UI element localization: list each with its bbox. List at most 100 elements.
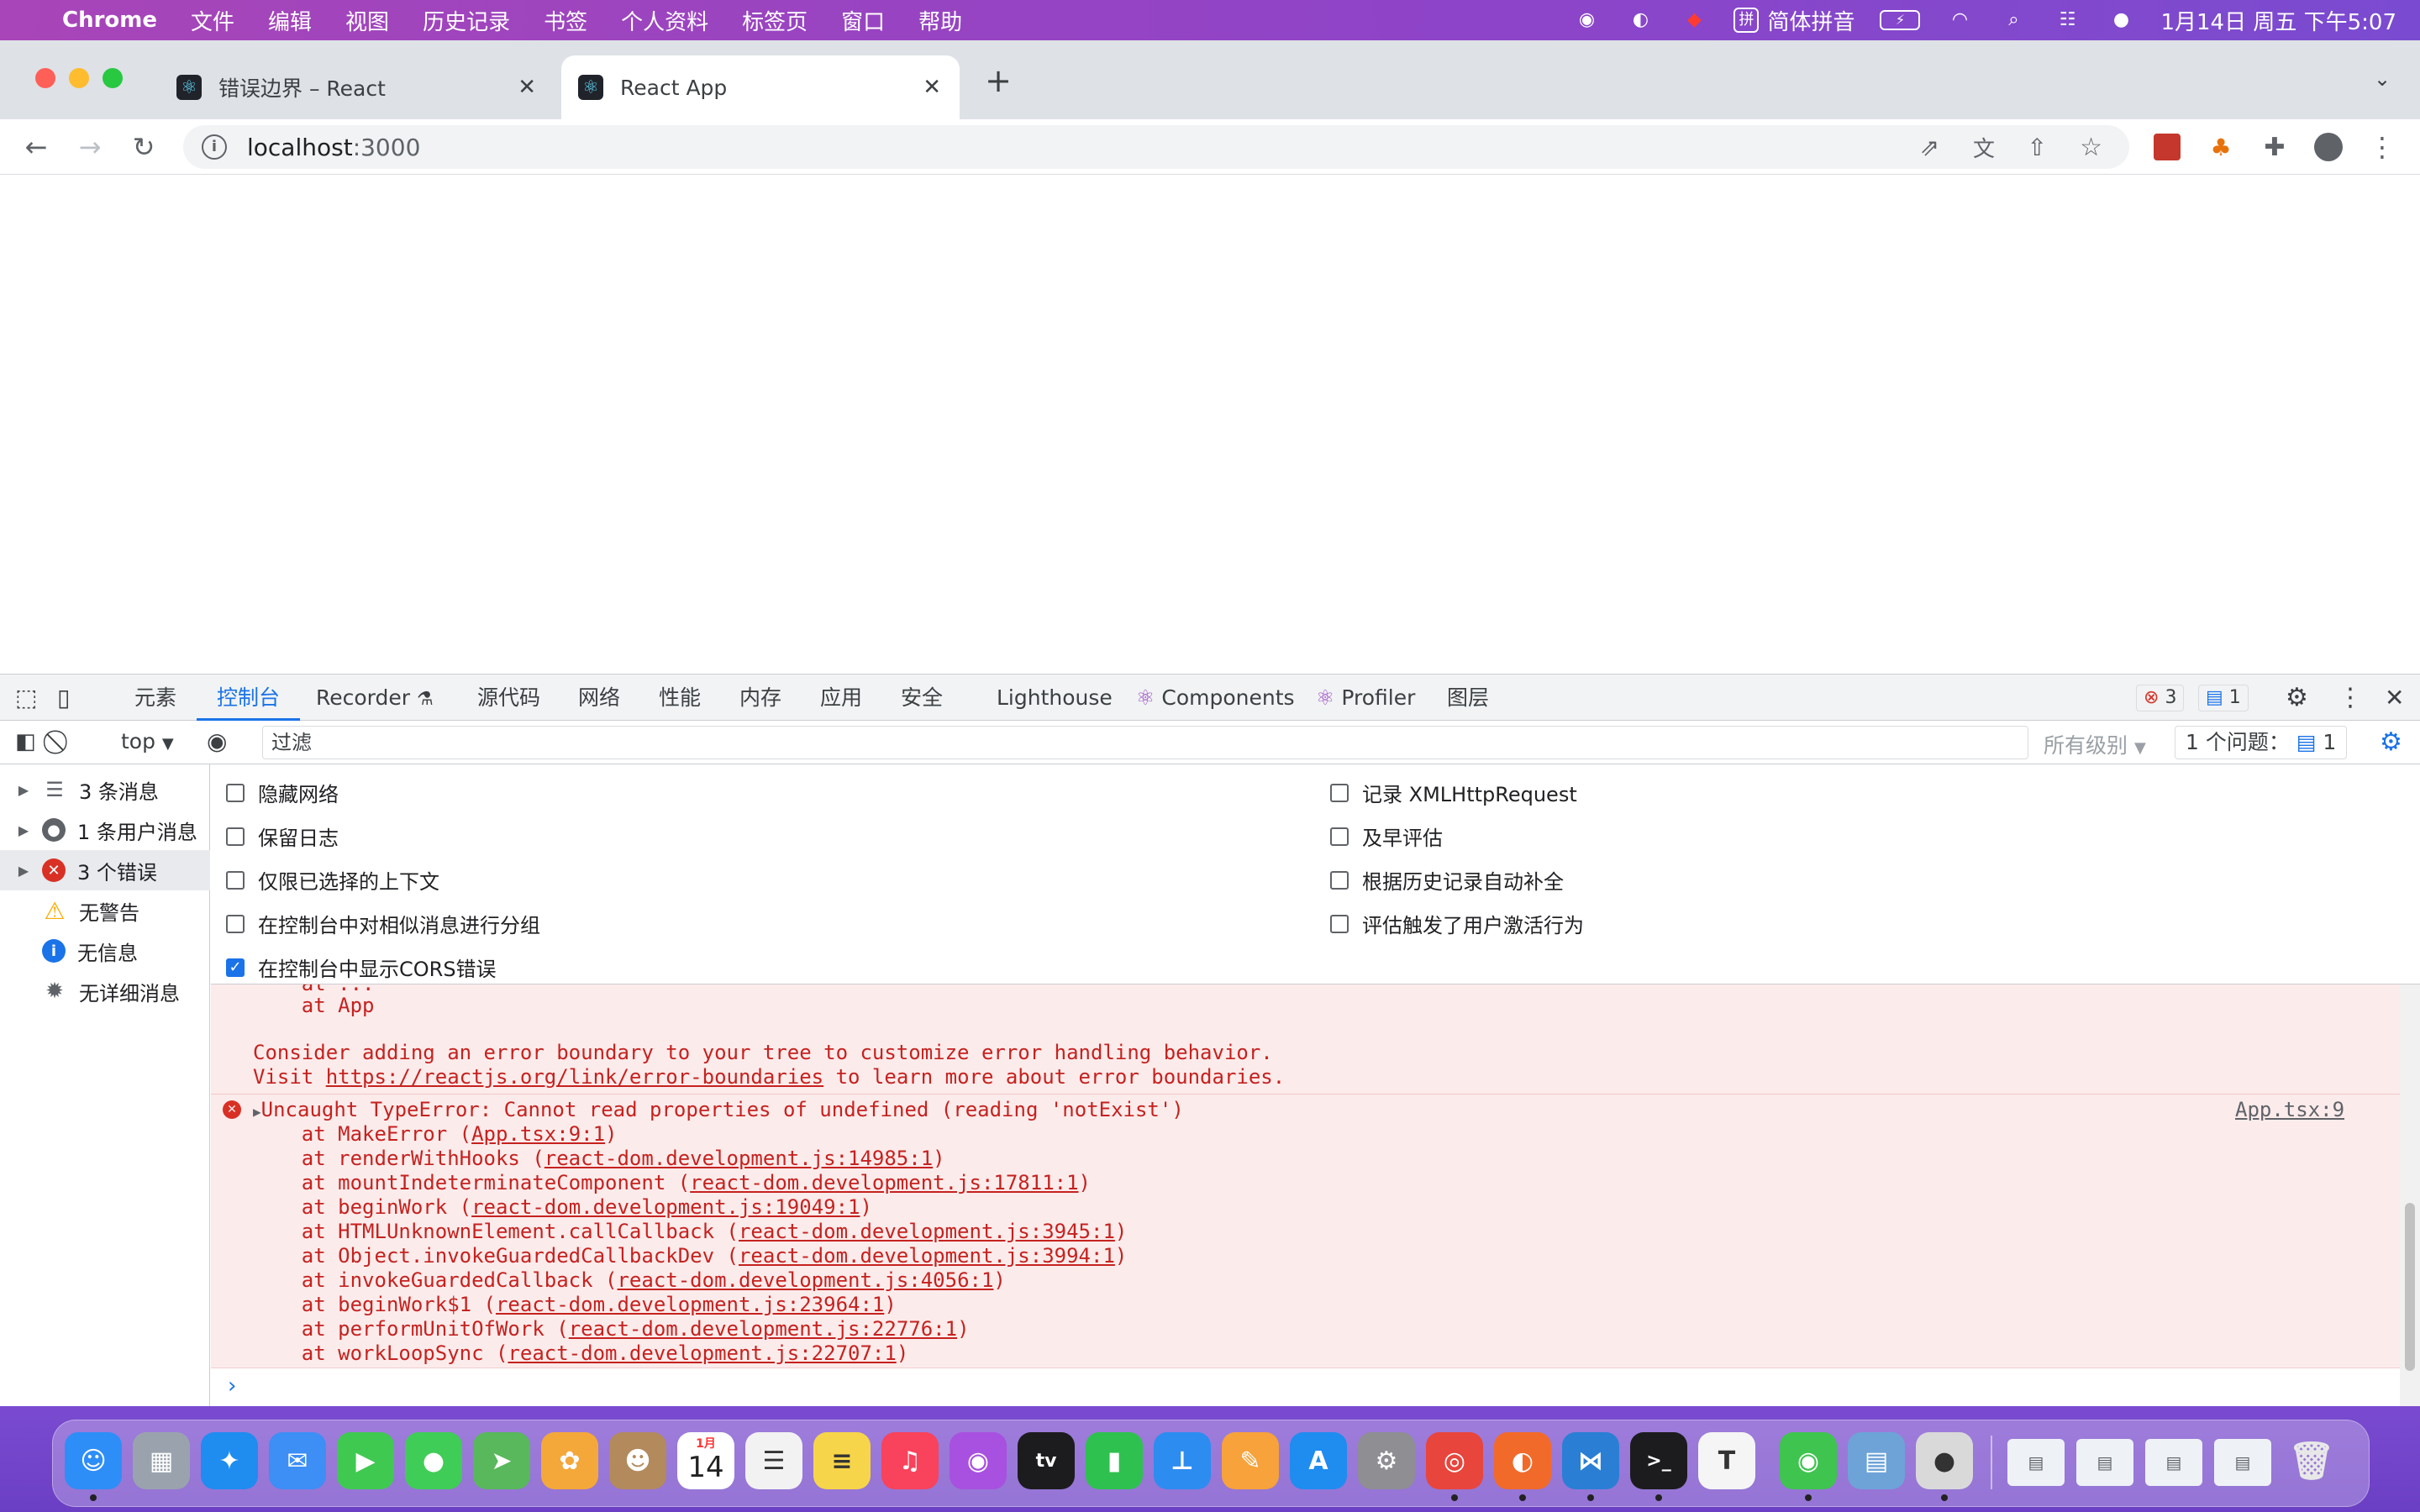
option-log-xmlhttprequests[interactable]: 记录 XMLHttpRequest <box>1330 778 1577 807</box>
expand-arrow-icon[interactable]: ▶ <box>12 822 35 838</box>
extensions-puzzle-icon[interactable]: ✚ <box>2255 128 2294 166</box>
new-tab-button[interactable]: + <box>981 64 1015 97</box>
dock-numbers-icon[interactable]: ▮ <box>1086 1432 1143 1489</box>
window-zoom-button[interactable] <box>103 68 123 88</box>
tab-close-icon[interactable]: ✕ <box>923 75 941 100</box>
dock-reminders-icon[interactable]: ☰ <box>745 1432 802 1489</box>
sidebar-item-verbose[interactable]: ✹ 无详细消息 <box>0 971 210 1011</box>
device-toolbar-icon[interactable]: ▯ <box>57 675 70 722</box>
message-count-badge[interactable]: ▤ 1 <box>2198 685 2249 711</box>
stack-frame-source-link[interactable]: react-dom.development.js:17811:1 <box>690 1171 1078 1194</box>
stack-frame-source-link[interactable]: App.tsx:9:1 <box>471 1122 605 1146</box>
stack-frame-source-link[interactable]: react-dom.development.js:3994:1 <box>739 1244 1115 1268</box>
menu-clock[interactable]: 1月14日 周五 下午5:07 <box>2160 5 2396 36</box>
devtools-close-icon[interactable]: ✕ <box>2385 675 2404 722</box>
dock-safari-icon[interactable]: ✦ <box>201 1432 258 1489</box>
expand-arrow-icon[interactable]: ▶ <box>12 863 35 879</box>
dock-minimized-window-icon[interactable]: ▤ <box>2076 1439 2133 1486</box>
sidebar-item-messages[interactable]: ▶ ☰ 3 条消息 <box>0 769 210 810</box>
devtools-settings-gear-icon[interactable]: ⚙ <box>2286 675 2308 722</box>
dock-facetime-icon[interactable]: ▶ <box>337 1432 394 1489</box>
reload-icon[interactable]: ↻ <box>124 128 163 166</box>
option-group-similar[interactable]: 在控制台中对相似消息进行分组 <box>226 909 540 938</box>
dock-minimized-window-icon[interactable]: ▤ <box>2214 1439 2271 1486</box>
expand-triangle-icon[interactable]: ▶ <box>253 1104 261 1120</box>
dock-contacts-icon[interactable]: ☻ <box>609 1432 666 1489</box>
scrollbar-thumb[interactable] <box>2405 1203 2415 1371</box>
expand-arrow-icon[interactable]: ▶ <box>12 782 35 798</box>
dock-preview-icon[interactable]: ▤ <box>1848 1432 1905 1489</box>
devtools-tab-elements[interactable]: 元素 <box>134 675 176 722</box>
dock-app-store-icon[interactable]: A <box>1290 1432 1347 1489</box>
address-bar[interactable]: i localhost:3000 ⇗ 文 ⇧ ☆ <box>183 125 2129 169</box>
checkbox[interactable] <box>1330 827 1349 846</box>
dock-trash-icon[interactable]: 🗑 <box>2283 1432 2340 1489</box>
stack-frame-source-link[interactable]: react-dom.development.js:22707:1 <box>508 1341 896 1365</box>
dock-maps-icon[interactable]: ➤ <box>473 1432 530 1489</box>
option-autocomplete-history[interactable]: 根据历史记录自动补全 <box>1330 865 1564 895</box>
extension-2-icon[interactable]: ♣ <box>2202 128 2240 166</box>
show-sidebar-icon[interactable]: ◧ <box>15 729 36 754</box>
devtools-tab-performance[interactable]: 性能 <box>659 675 701 722</box>
sidebar-item-info[interactable]: i 无信息 <box>0 931 210 971</box>
menu-history[interactable]: 历史记录 <box>423 5 510 36</box>
profile-avatar-icon[interactable] <box>2309 128 2348 166</box>
window-minimize-button[interactable] <box>69 68 89 88</box>
checkbox[interactable] <box>226 870 245 890</box>
checkbox[interactable] <box>226 914 245 933</box>
menu-help[interactable]: 帮助 <box>918 5 962 36</box>
tab-error-boundaries[interactable]: ⚛ 错误边界 – React ✕ <box>160 55 555 119</box>
inspect-element-icon[interactable]: ⬚ <box>15 675 37 722</box>
console-settings-gear-icon[interactable]: ⚙ <box>2380 727 2402 757</box>
dock-messages-icon[interactable]: ● <box>405 1432 462 1489</box>
open-in-new-window-icon[interactable]: ⇗ <box>1920 134 1939 161</box>
devtools-tab-network[interactable]: 网络 <box>578 675 620 722</box>
dock-wechat-icon[interactable]: ◉ <box>1780 1432 1837 1489</box>
dock-podcasts-icon[interactable]: ◉ <box>950 1432 1007 1489</box>
menu-view[interactable]: 视图 <box>345 5 389 36</box>
option-selected-context-only[interactable]: 仅限已选择的上下文 <box>226 865 439 895</box>
console-log[interactable]: at ... at App Consider adding an error b… <box>211 984 2400 1368</box>
tab-react-app[interactable]: ⚛ React App ✕ <box>561 55 960 119</box>
dock-minimized-window-icon[interactable]: ▤ <box>2007 1439 2065 1486</box>
issues-button[interactable]: 1 个问题： ▤ 1 <box>2175 726 2348 759</box>
error-source-link[interactable]: App.tsx:9 <box>2235 1097 2344 1122</box>
dock-keynote-icon[interactable]: ⊥ <box>1154 1432 1211 1489</box>
sidebar-item-errors[interactable]: ▶ ✕ 3 个错误 <box>0 850 210 890</box>
checkbox-checked[interactable]: ✓ <box>226 958 245 977</box>
dock-chrome-icon[interactable]: ◎ <box>1426 1432 1483 1489</box>
sidebar-item-warnings[interactable]: ⚠ 无警告 <box>0 890 210 931</box>
filter-input[interactable]: 过滤 <box>262 726 2028 759</box>
control-center-icon[interactable]: ☷ <box>2053 6 2081 34</box>
dock-system-preferences-icon[interactable]: ⚙ <box>1358 1432 1415 1489</box>
devtools-more-icon[interactable]: ⋮ <box>2338 675 2363 722</box>
dock-tv-icon[interactable]: tv <box>1018 1432 1075 1489</box>
checkbox[interactable] <box>1330 783 1349 802</box>
tab-close-icon[interactable]: ✕ <box>518 75 536 100</box>
stack-frame-source-link[interactable]: react-dom.development.js:14985:1 <box>544 1147 933 1170</box>
vpn-status-icon[interactable]: ◐ <box>1626 6 1655 34</box>
dock-terminal-icon[interactable]: >_ <box>1630 1432 1687 1489</box>
devtools-tab-recorder[interactable]: Recorder ⚗ <box>316 675 434 722</box>
stack-frame-source-link[interactable]: react-dom.development.js:23964:1 <box>496 1293 884 1316</box>
dock-screen-recorder-icon[interactable]: ● <box>1916 1432 1973 1489</box>
option-preserve-log[interactable]: 保留日志 <box>226 822 339 851</box>
translate-icon[interactable]: 文 <box>1973 132 1995 163</box>
menu-edit[interactable]: 编辑 <box>268 5 312 36</box>
dock-calendar-icon[interactable]: 1月 14 <box>677 1432 734 1489</box>
sidebar-item-user-messages[interactable]: ▶ ● 1 条用户消息 <box>0 810 210 850</box>
menu-file[interactable]: 文件 <box>191 5 234 36</box>
console-scrollbar[interactable] <box>2400 984 2420 1406</box>
devtools-tab-memory[interactable]: 内存 <box>739 675 781 722</box>
menu-tabs[interactable]: 标签页 <box>742 5 808 36</box>
page-viewport[interactable] <box>0 175 2420 674</box>
checkbox[interactable] <box>226 783 245 802</box>
dock-photos-icon[interactable]: ✿ <box>541 1432 598 1489</box>
wifi-icon[interactable]: ◠ <box>1945 6 1974 34</box>
battery-icon[interactable]: ⚡ <box>1880 10 1921 30</box>
log-level-dropdown[interactable]: 所有级别 ▼ <box>2044 729 2146 759</box>
devtools-tab-layers[interactable]: 图层 <box>1447 675 1489 722</box>
checkbox[interactable] <box>1330 914 1349 933</box>
siri-icon[interactable]: ● <box>2107 6 2135 34</box>
error-boundaries-link[interactable]: https://reactjs.org/link/error-boundarie… <box>326 1065 823 1089</box>
